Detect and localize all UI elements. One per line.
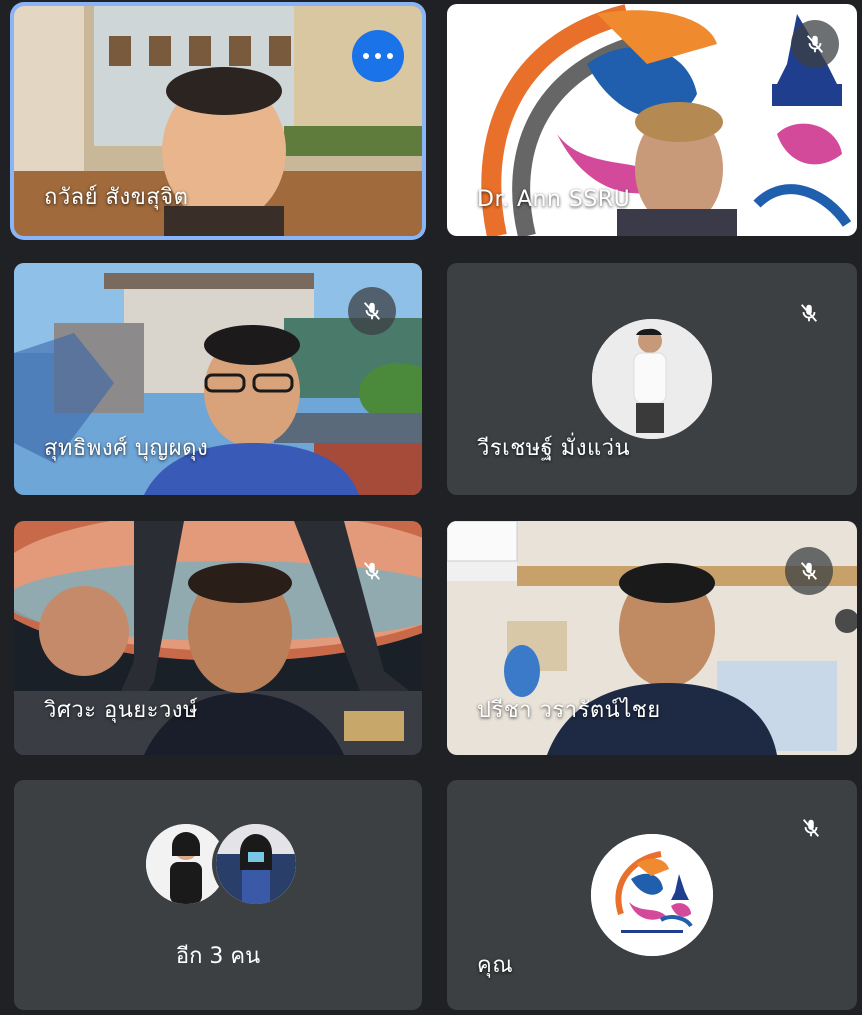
avatar (146, 824, 226, 904)
others-count-label: อีก 3 คน (175, 944, 261, 969)
more-options-icon (363, 53, 369, 59)
logo (591, 834, 713, 956)
mic-off-icon (785, 289, 833, 337)
participant-tile-1[interactable]: ถวัลย์ สังขสุจิต (14, 6, 422, 236)
avatar (592, 319, 712, 439)
participant-tile-4[interactable]: วีรเชษฐ์ มั่งแว่น (447, 263, 857, 495)
self-name: คุณ (477, 953, 514, 978)
others-tile[interactable]: อีก 3 คน (14, 780, 422, 1010)
mic-off-glyph (363, 302, 381, 320)
more-options-button[interactable] (352, 30, 404, 82)
mic-off-glyph (800, 562, 818, 580)
avatar-photo (216, 824, 296, 904)
participant-name: สุทธิพงศ์ บุญผดุง (44, 436, 209, 461)
mic-off-glyph (806, 35, 824, 53)
participant-name: วิศวะ อุนยะวงษ์ (44, 698, 199, 723)
mic-off-icon (348, 547, 396, 595)
mic-off-glyph (363, 562, 381, 580)
participant-tile-3[interactable]: สุทธิพงศ์ บุญผดุง (14, 263, 422, 495)
mic-off-icon (348, 287, 396, 335)
avatar (216, 824, 296, 904)
avatar-photo (592, 319, 712, 439)
participant-tile-6[interactable]: ปรีชา วรารัตน์ไชย (447, 521, 857, 755)
participant-name: ถวัลย์ สังขสุจิต (44, 185, 189, 210)
participant-tile-5[interactable]: วิศวะ อุนยะวงษ์ (14, 521, 422, 755)
participant-name: วีรเชษฐ์ มั่งแว่น (477, 436, 631, 461)
participant-tile-2[interactable]: Dr. Ann SSRU (447, 4, 857, 236)
mic-off-icon (785, 547, 833, 595)
self-tile[interactable]: คุณ (447, 780, 857, 1010)
mic-off-icon (787, 804, 835, 852)
mic-off-glyph (800, 304, 818, 322)
avatar-photo (146, 824, 226, 904)
mic-off-glyph (802, 819, 820, 837)
avatar (591, 834, 713, 956)
participant-name: ปรีชา วรารัตน์ไชย (477, 698, 661, 723)
mic-off-icon (791, 20, 839, 68)
participant-name: Dr. Ann SSRU (477, 187, 631, 212)
